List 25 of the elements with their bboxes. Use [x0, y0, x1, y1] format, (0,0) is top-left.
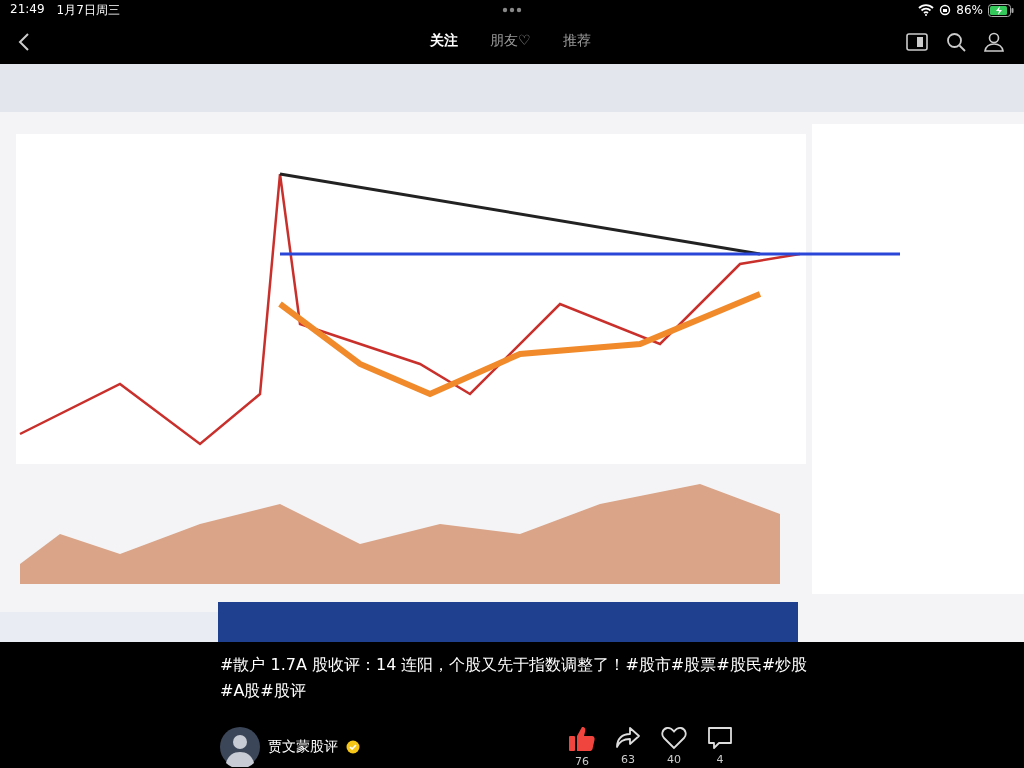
avatar[interactable] — [220, 727, 260, 767]
clock-time: 21:49 — [10, 1, 45, 18]
thumbs-up-icon[interactable] — [568, 726, 596, 752]
feed-tab[interactable]: 朋友♡ — [484, 28, 537, 54]
lock-rotation-icon — [939, 4, 952, 16]
battery-charging-icon — [988, 3, 1014, 17]
battery-percent: 86% — [956, 3, 983, 17]
action-count: 76 — [575, 755, 589, 768]
search-icon[interactable] — [946, 32, 966, 52]
share-arrow-icon[interactable] — [615, 726, 641, 750]
post-caption: #散户 1.7A 股收评：14 连阳，个股又先于指数调整了！#股市#股票#股民#炒股#A股#股评 — [220, 654, 809, 702]
author-name[interactable]: 贾文蒙股评 — [268, 738, 338, 756]
feed-tab[interactable]: 关注 — [424, 28, 464, 54]
comment-icon[interactable] — [707, 726, 733, 750]
heart-icon[interactable] — [661, 726, 687, 750]
date-text: 1月7日周三 — [56, 1, 120, 19]
profile-icon[interactable] — [984, 32, 1004, 52]
screen-mode-icon[interactable] — [906, 33, 928, 51]
feed-tab[interactable]: 推荐 — [556, 28, 597, 54]
wifi-icon — [918, 4, 935, 16]
more-dots-icon — [502, 7, 522, 13]
action-count: 63 — [621, 753, 635, 766]
action-count: 40 — [667, 753, 681, 766]
back-icon[interactable] — [18, 32, 30, 52]
action-count: 4 — [716, 753, 724, 766]
